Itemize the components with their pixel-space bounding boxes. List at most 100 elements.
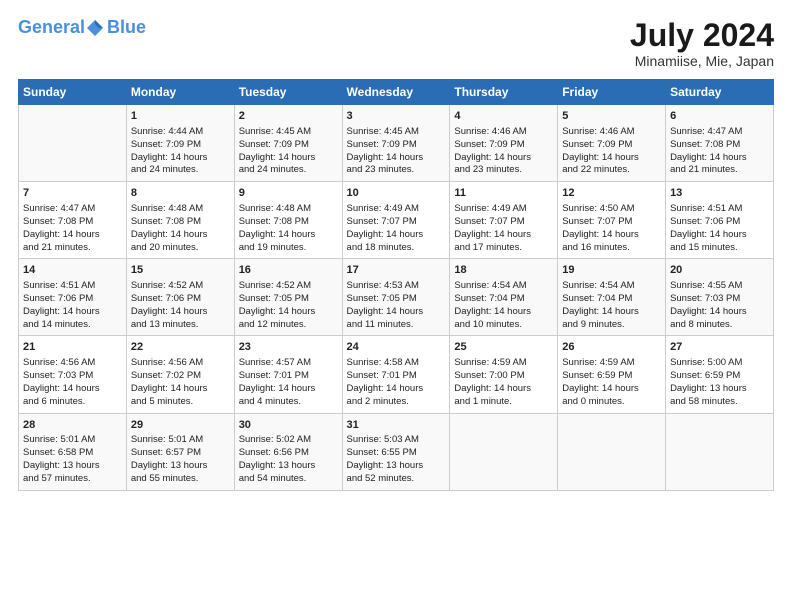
day-info: and 58 minutes.: [670, 396, 769, 409]
header-row: SundayMondayTuesdayWednesdayThursdayFrid…: [19, 80, 774, 105]
day-info: Sunrise: 5:00 AM: [670, 357, 769, 370]
day-info: Daylight: 13 hours: [131, 460, 230, 473]
calendar-cell: 1Sunrise: 4:44 AMSunset: 7:09 PMDaylight…: [126, 105, 234, 182]
main-title: July 2024: [630, 18, 774, 53]
day-info: Sunset: 7:02 PM: [131, 370, 230, 383]
calendar-cell: 4Sunrise: 4:46 AMSunset: 7:09 PMDaylight…: [450, 105, 558, 182]
header: General Blue July 2024 Minamiise, Mie, J…: [18, 18, 774, 69]
day-info: Sunset: 7:03 PM: [670, 293, 769, 306]
day-info: Daylight: 14 hours: [670, 306, 769, 319]
calendar-row: 1Sunrise: 4:44 AMSunset: 7:09 PMDaylight…: [19, 105, 774, 182]
col-header-monday: Monday: [126, 80, 234, 105]
day-info: Daylight: 14 hours: [454, 306, 553, 319]
day-info: Sunrise: 4:54 AM: [562, 280, 661, 293]
day-number: 23: [239, 340, 338, 355]
day-info: and 21 minutes.: [23, 242, 122, 255]
calendar-cell: 23Sunrise: 4:57 AMSunset: 7:01 PMDayligh…: [234, 336, 342, 413]
day-info: and 23 minutes.: [347, 164, 446, 177]
day-info: Daylight: 14 hours: [131, 306, 230, 319]
logo-blue: Blue: [107, 18, 146, 38]
col-header-tuesday: Tuesday: [234, 80, 342, 105]
day-info: Daylight: 13 hours: [239, 460, 338, 473]
day-info: Daylight: 14 hours: [670, 152, 769, 165]
day-info: Sunset: 7:01 PM: [239, 370, 338, 383]
day-info: Sunset: 7:07 PM: [562, 216, 661, 229]
day-info: Daylight: 14 hours: [347, 229, 446, 242]
day-info: Sunset: 7:06 PM: [23, 293, 122, 306]
day-info: and 5 minutes.: [131, 396, 230, 409]
day-info: Sunrise: 4:51 AM: [23, 280, 122, 293]
day-number: 5: [562, 109, 661, 124]
subtitle: Minamiise, Mie, Japan: [630, 53, 774, 69]
day-info: Sunrise: 4:45 AM: [347, 126, 446, 139]
day-info: and 23 minutes.: [454, 164, 553, 177]
calendar-row: 21Sunrise: 4:56 AMSunset: 7:03 PMDayligh…: [19, 336, 774, 413]
calendar-cell: 25Sunrise: 4:59 AMSunset: 7:00 PMDayligh…: [450, 336, 558, 413]
day-info: Sunrise: 4:56 AM: [23, 357, 122, 370]
calendar-cell: 29Sunrise: 5:01 AMSunset: 6:57 PMDayligh…: [126, 413, 234, 490]
title-block: July 2024 Minamiise, Mie, Japan: [630, 18, 774, 69]
day-info: Sunrise: 4:49 AM: [454, 203, 553, 216]
col-header-thursday: Thursday: [450, 80, 558, 105]
day-info: Sunset: 6:55 PM: [347, 447, 446, 460]
day-info: Sunrise: 5:01 AM: [23, 434, 122, 447]
day-info: Daylight: 14 hours: [562, 152, 661, 165]
calendar-cell: [666, 413, 774, 490]
day-info: and 4 minutes.: [239, 396, 338, 409]
day-info: and 16 minutes.: [562, 242, 661, 255]
logo-general: General: [18, 17, 85, 37]
day-info: Sunrise: 4:55 AM: [670, 280, 769, 293]
day-info: Sunrise: 4:59 AM: [562, 357, 661, 370]
day-number: 27: [670, 340, 769, 355]
logo: General Blue: [18, 18, 146, 38]
calendar-cell: [558, 413, 666, 490]
day-info: Sunset: 6:59 PM: [562, 370, 661, 383]
day-info: Sunrise: 4:59 AM: [454, 357, 553, 370]
day-number: 22: [131, 340, 230, 355]
day-info: and 12 minutes.: [239, 319, 338, 332]
day-number: 10: [347, 186, 446, 201]
day-info: and 9 minutes.: [562, 319, 661, 332]
calendar-cell: 17Sunrise: 4:53 AMSunset: 7:05 PMDayligh…: [342, 259, 450, 336]
day-info: Daylight: 14 hours: [239, 152, 338, 165]
day-number: 26: [562, 340, 661, 355]
day-info: Sunset: 7:09 PM: [347, 139, 446, 152]
day-number: 20: [670, 263, 769, 278]
day-info: Sunset: 6:57 PM: [131, 447, 230, 460]
day-info: Daylight: 13 hours: [23, 460, 122, 473]
day-number: 2: [239, 109, 338, 124]
calendar-cell: 24Sunrise: 4:58 AMSunset: 7:01 PMDayligh…: [342, 336, 450, 413]
day-info: Sunset: 7:00 PM: [454, 370, 553, 383]
calendar-cell: 3Sunrise: 4:45 AMSunset: 7:09 PMDaylight…: [342, 105, 450, 182]
day-info: and 17 minutes.: [454, 242, 553, 255]
day-info: Sunrise: 4:49 AM: [347, 203, 446, 216]
day-number: 24: [347, 340, 446, 355]
day-info: Sunset: 7:09 PM: [562, 139, 661, 152]
col-header-wednesday: Wednesday: [342, 80, 450, 105]
day-info: Daylight: 14 hours: [23, 229, 122, 242]
day-info: Daylight: 14 hours: [347, 306, 446, 319]
day-number: 8: [131, 186, 230, 201]
day-info: Sunrise: 4:47 AM: [670, 126, 769, 139]
calendar-cell: 19Sunrise: 4:54 AMSunset: 7:04 PMDayligh…: [558, 259, 666, 336]
day-info: Daylight: 14 hours: [670, 229, 769, 242]
day-info: and 11 minutes.: [347, 319, 446, 332]
day-number: 30: [239, 418, 338, 433]
calendar-cell: 18Sunrise: 4:54 AMSunset: 7:04 PMDayligh…: [450, 259, 558, 336]
day-info: Sunrise: 4:52 AM: [131, 280, 230, 293]
calendar-cell: 28Sunrise: 5:01 AMSunset: 6:58 PMDayligh…: [19, 413, 127, 490]
day-info: Sunset: 7:09 PM: [131, 139, 230, 152]
col-header-sunday: Sunday: [19, 80, 127, 105]
day-number: 17: [347, 263, 446, 278]
calendar-page: General Blue July 2024 Minamiise, Mie, J…: [0, 0, 792, 612]
day-info: Daylight: 14 hours: [454, 152, 553, 165]
day-info: Sunrise: 4:48 AM: [239, 203, 338, 216]
day-info: Sunset: 7:08 PM: [131, 216, 230, 229]
day-info: Sunset: 6:58 PM: [23, 447, 122, 460]
day-number: 19: [562, 263, 661, 278]
day-info: Sunrise: 4:48 AM: [131, 203, 230, 216]
day-info: and 24 minutes.: [239, 164, 338, 177]
calendar-cell: 15Sunrise: 4:52 AMSunset: 7:06 PMDayligh…: [126, 259, 234, 336]
day-info: Sunrise: 5:03 AM: [347, 434, 446, 447]
day-info: and 13 minutes.: [131, 319, 230, 332]
